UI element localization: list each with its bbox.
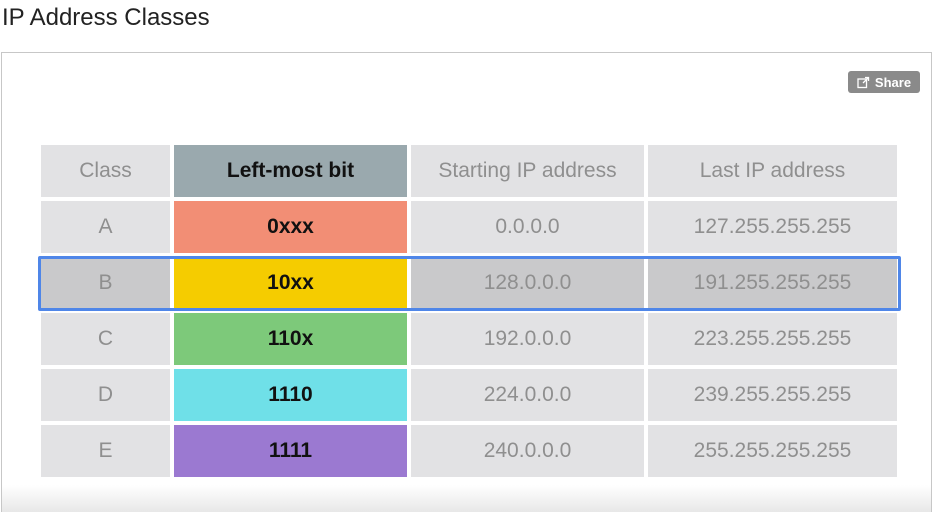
starting-ip-cell: 128.0.0.0 <box>411 257 644 309</box>
class-cell: D <box>41 369 170 421</box>
starting-ip-cell: 224.0.0.0 <box>411 369 644 421</box>
header-last-ip: Last IP address <box>648 145 897 197</box>
page-title: IP Address Classes <box>2 4 210 31</box>
class-cell: A <box>41 201 170 253</box>
last-ip-cell: 127.255.255.255 <box>648 201 897 253</box>
left-most-bit-cell: 1111 <box>174 425 407 477</box>
starting-ip-cell: 240.0.0.0 <box>411 425 644 477</box>
external-share-icon <box>857 76 870 89</box>
last-ip-cell: 223.255.255.255 <box>648 313 897 365</box>
starting-ip-cell: 0.0.0.0 <box>411 201 644 253</box>
share-label: Share <box>874 74 912 90</box>
header-starting-ip: Starting IP address <box>411 145 644 197</box>
class-cell: C <box>41 313 170 365</box>
class-cell: B <box>41 257 170 309</box>
last-ip-cell: 191.255.255.255 <box>648 257 897 309</box>
header-class: Class <box>41 145 170 197</box>
frame-bottom-shadow <box>2 485 931 512</box>
share-button[interactable]: Share <box>848 71 920 93</box>
last-ip-cell: 239.255.255.255 <box>648 369 897 421</box>
starting-ip-cell: 192.0.0.0 <box>411 313 644 365</box>
left-most-bit-cell: 10xx <box>174 257 407 309</box>
left-most-bit-cell: 0xxx <box>174 201 407 253</box>
last-ip-cell: 255.255.255.255 <box>648 425 897 477</box>
left-most-bit-cell: 1110 <box>174 369 407 421</box>
header-left-most-bit: Left-most bit <box>174 145 407 197</box>
class-cell: E <box>41 425 170 477</box>
left-most-bit-cell: 110x <box>174 313 407 365</box>
